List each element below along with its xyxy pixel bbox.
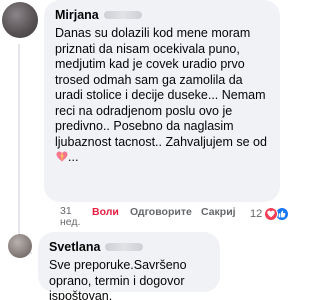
heart-with-ribbon-emoji-icon (56, 151, 68, 162)
comment-body: Danas su dolazili kod mene moram priznat… (55, 26, 267, 149)
comment-ellipsis: ... (68, 150, 79, 164)
reaction-summary[interactable]: 12 (250, 206, 290, 222)
comment-author-name[interactable]: Mirjana (55, 7, 99, 23)
comment-timestamp[interactable]: 31 нед. (60, 206, 88, 228)
avatar[interactable] (8, 234, 32, 258)
comment-author-name[interactable]: Svetlana (49, 239, 100, 255)
comment-text: Sve preporuke.Savršeno oprano, termin i … (49, 258, 187, 300)
reaction-count: 12 (250, 208, 263, 220)
comment-bubble: Mirjana Danas su dolazili kod mene moram… (44, 0, 280, 202)
reply-button[interactable]: Одговорите (130, 206, 192, 218)
comments-thread: Mirjana Danas su dolazili kod mene moram… (0, 0, 300, 300)
comment-text: Danas su dolazili kod mene moram priznat… (55, 26, 269, 166)
thread-connector-line (18, 44, 20, 254)
blurred-surname (103, 10, 142, 19)
hide-button[interactable]: Сакриј (201, 206, 236, 218)
blurred-surname (105, 242, 144, 251)
reply-bubble: Svetlana Sve preporuke.Savršeno oprano, … (38, 232, 220, 300)
avatar[interactable] (2, 2, 38, 38)
like-button[interactable]: Воли (92, 206, 119, 218)
